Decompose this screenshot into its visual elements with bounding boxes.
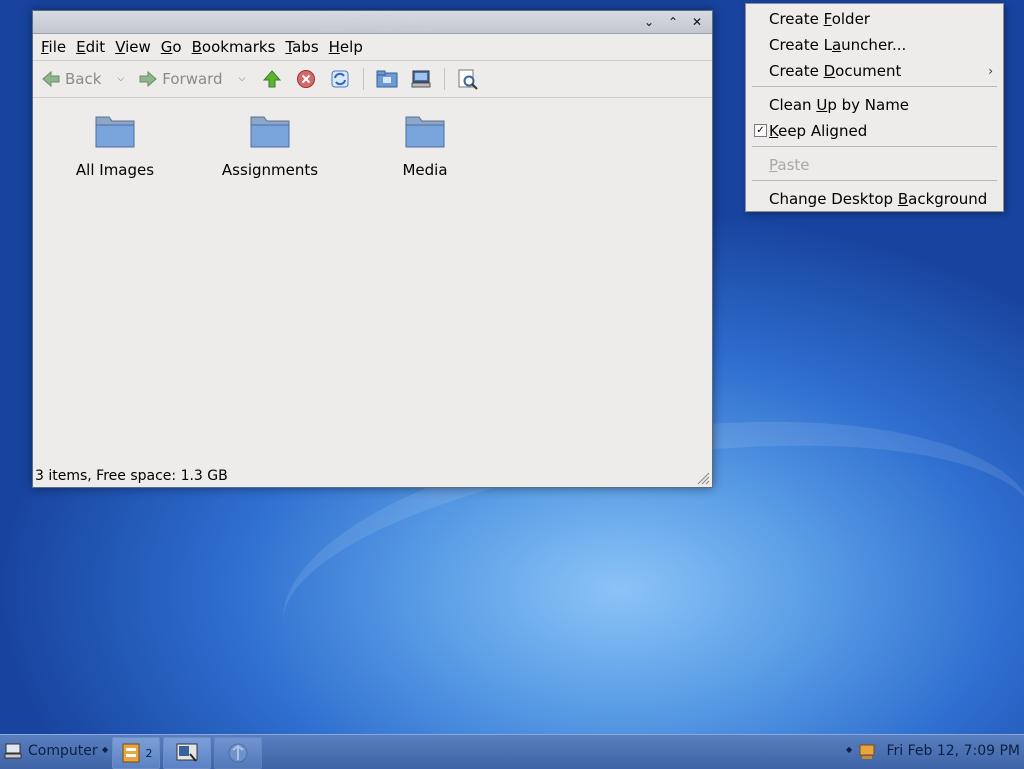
computer-menu-button[interactable]: Computer <box>4 743 98 759</box>
menu-item-change-background[interactable]: Change Desktop Background <box>769 190 987 208</box>
back-arrow-icon <box>42 70 60 88</box>
menu-help[interactable]: Help <box>325 38 369 56</box>
folder-item[interactable]: All Images <box>55 111 175 179</box>
chevron-icon: ◆ <box>846 745 853 754</box>
taskbar-file-browser-group[interactable]: 2 <box>112 737 160 769</box>
close-button[interactable]: ✕ <box>688 13 706 31</box>
file-browser-window[interactable]: Media - File Browser ⌄ ⌃ ✕ File Edit Vie… <box>32 10 713 488</box>
menu-item-clean-up[interactable]: Clean Up by Name <box>769 96 909 114</box>
taskbar: Computer ◆ 2 ◆ Fri Feb 12, 7:09 PM <box>0 734 1024 769</box>
folder-item[interactable]: Assignments <box>210 111 330 179</box>
status-text: 3 items, Free space: 1.3 GB <box>35 468 228 484</box>
forward-history-chevron-icon[interactable]: ⌵ <box>239 74 246 84</box>
menu-tabs[interactable]: Tabs <box>281 38 324 56</box>
resize-grip-icon[interactable] <box>696 471 710 485</box>
forward-button[interactable]: Forward <box>138 70 223 88</box>
statusbar: 3 items, Free space: 1.3 GB <box>33 465 712 487</box>
folder-icon <box>250 116 290 148</box>
application-icon <box>176 743 198 762</box>
taskbar-app-button[interactable] <box>163 737 211 769</box>
home-folder-icon <box>376 70 398 88</box>
back-button[interactable]: Back <box>41 70 101 88</box>
toolbar-separator <box>444 68 446 90</box>
menu-view[interactable]: View <box>111 38 157 56</box>
menu-bookmarks[interactable]: Bookmarks <box>188 38 282 56</box>
home-button[interactable] <box>376 68 398 90</box>
menu-item-paste: Paste <box>769 156 810 174</box>
maximize-button[interactable]: ⌃ <box>664 13 682 31</box>
folder-icon <box>405 116 445 148</box>
clock[interactable]: Fri Feb 12, 7:09 PM <box>887 743 1021 759</box>
search-icon <box>458 69 479 90</box>
keep-aligned-checkbox[interactable]: ✓ <box>754 124 767 137</box>
reload-icon <box>331 70 349 88</box>
file-cabinet-icon <box>122 743 139 763</box>
menu-separator <box>752 86 997 87</box>
stop-icon <box>297 70 316 88</box>
menu-separator <box>752 180 997 181</box>
computer-icon <box>4 743 22 759</box>
menu-item-create-document[interactable]: Create Document <box>769 62 901 80</box>
network-tray-icon[interactable] <box>858 743 876 761</box>
window-count-badge: 2 <box>145 746 153 760</box>
stop-button[interactable] <box>295 68 317 90</box>
menu-separator <box>752 146 997 147</box>
window-title: Media - File Browser <box>307 14 438 29</box>
taskbar-launcher-button[interactable] <box>214 737 262 769</box>
minimize-button[interactable]: ⌄ <box>640 13 658 31</box>
menu-go[interactable]: Go <box>157 38 188 56</box>
forward-arrow-icon <box>139 70 158 88</box>
window-titlebar[interactable]: Media - File Browser ⌄ ⌃ ✕ <box>33 11 712 34</box>
folder-icon <box>95 116 135 148</box>
toolbar: Back ⌵ Forward ⌵ <box>33 61 712 98</box>
up-arrow-icon <box>263 70 282 88</box>
menu-item-create-folder[interactable]: Create Folder <box>769 10 870 28</box>
menu-item-create-launcher[interactable]: Create Launcher... <box>769 36 906 54</box>
file-view[interactable]: All Images Assignments Media <box>33 99 712 465</box>
search-button[interactable] <box>457 68 479 90</box>
menu-item-keep-aligned[interactable]: Keep Aligned <box>769 122 867 140</box>
computer-icon <box>411 70 431 88</box>
launcher-icon <box>228 743 248 763</box>
chevron-icon: ◆ <box>102 745 109 754</box>
computer-button[interactable] <box>410 68 432 90</box>
menubar: File Edit View Go Bookmarks Tabs Help <box>33 34 712 61</box>
desktop-context-menu: Create Folder Create Launcher... Create … <box>745 3 1004 212</box>
toolbar-separator <box>363 68 365 90</box>
folder-item[interactable]: Media <box>365 111 485 179</box>
reload-button[interactable] <box>329 68 351 90</box>
submenu-arrow-icon: › <box>988 64 993 78</box>
up-button[interactable] <box>261 68 283 90</box>
menu-edit[interactable]: Edit <box>72 38 111 56</box>
menu-file[interactable]: File <box>37 38 72 56</box>
back-history-chevron-icon[interactable]: ⌵ <box>117 74 124 84</box>
